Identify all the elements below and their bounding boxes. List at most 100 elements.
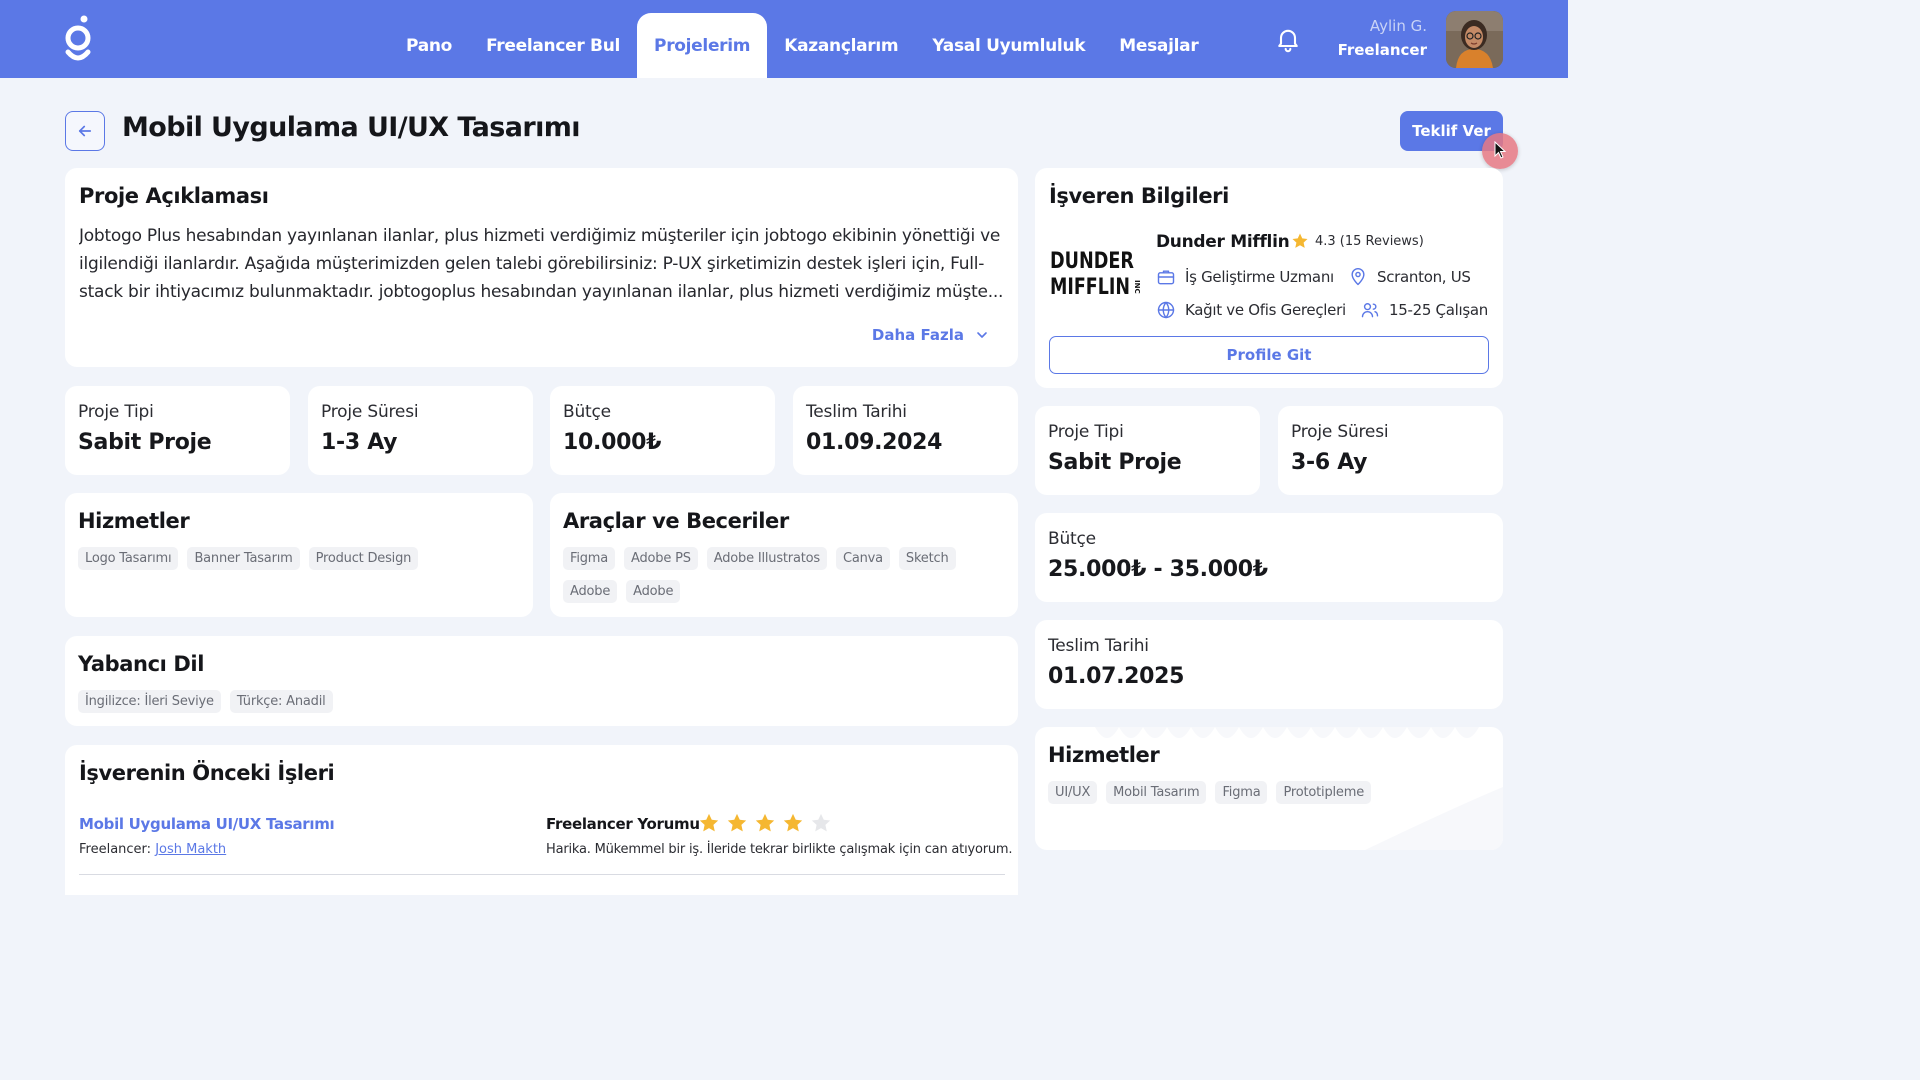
stat-value: 1-3 Ay [321,430,398,455]
avatar[interactable] [1446,11,1503,68]
previous-freelancer: Freelancer: Josh Makth [79,842,226,857]
description-text: Jobtogo Plus hesabından yayınlanan ilanl… [79,226,1004,302]
stat-label: Teslim Tarihi [806,402,907,422]
right-stat-deadline: Teslim Tarihi 01.07.2025 [1035,620,1503,709]
stat-value: 01.07.2025 [1048,664,1185,689]
logo-icon[interactable] [62,14,94,64]
project-description-card: Proje Açıklaması Jobtogo Plus hesabından… [65,168,1018,367]
right-services-card: Hizmetler UI/UX Mobil Tasarım Figma Prot… [1035,727,1503,850]
info-company-size: 15-25 Çalışan [1360,300,1488,320]
stat-deadline: Teslim Tarihi 01.09.2024 [793,386,1018,475]
skills-title: Araçlar ve Beceriler [563,509,789,533]
bell-icon[interactable] [1274,25,1302,53]
company-logo: DUNDER MIFFLIN INC [1049,244,1145,300]
location-pin-icon [1351,267,1365,286]
logo-line-1: DUNDER [1050,249,1134,274]
industry-text: Kağıt ve Ofis Gereçleri [1185,301,1346,319]
star-icon [1292,233,1308,248]
page-title: Mobil Uygulama UI/UX Tasarımı [122,112,581,143]
service-chip: Mobil Tasarım [1106,781,1207,804]
nav-item-pano[interactable]: Pano [389,13,469,78]
language-chip: Türkçe: Anadil [229,690,333,713]
stat-label: Proje Tipi [1048,422,1124,442]
stat-label: Teslim Tarihi [1048,636,1149,656]
show-more-link[interactable]: Daha Fazla [872,326,990,344]
company-rating: 4.3 (15 Reviews) [1291,232,1424,250]
divider [79,874,1005,875]
stat-value: 10.000₺ [563,430,662,455]
nav-item-yasal-uyumluluk[interactable]: Yasal Uyumluluk [915,13,1102,78]
right-stat-project-type: Proje Tipi Sabit Proje [1035,406,1260,495]
info-job-title: İş Geliştirme Uzmanı [1156,267,1334,287]
users-icon [1361,303,1379,318]
company-name: Dunder Mifflin [1156,232,1290,252]
stat-label: Bütçe [1048,529,1096,549]
logo-line-3: INC [1133,280,1141,294]
star-filled-icon [783,813,803,832]
star-filled-icon [727,813,747,832]
service-chip: Figma [1215,781,1268,804]
previous-work-title: İşverenin Önceki İşleri [79,761,335,785]
back-button[interactable] [65,111,105,151]
skill-chip: Adobe [563,580,618,603]
stat-project-type: Proje Tipi Sabit Proje [65,386,290,475]
service-chip: Banner Tasarım [187,547,300,570]
star-filled-icon [699,813,719,832]
stat-value: Sabit Proje [1048,450,1182,475]
chevron-down-icon [977,332,987,338]
user-info[interactable]: Aylin G. Freelancer [1338,15,1427,63]
employer-title: İşveren Bilgileri [1049,184,1229,208]
location-text: Scranton, US [1377,268,1471,286]
description-title: Proje Açıklaması [79,184,269,208]
service-chip: Prototipleme [1276,781,1371,804]
right-stat-budget: Bütçe 25.000₺ - 35.000₺ [1035,513,1503,602]
info-location: Scranton, US [1348,267,1471,287]
skill-chip: Figma [563,547,616,570]
service-chip: UI/UX [1048,781,1098,804]
skills-card: Araçlar ve Beceriler Figma Adobe PS Adob… [550,493,1018,617]
nav-item-freelancer-bul[interactable]: Freelancer Bul [469,13,637,78]
main-nav: Pano Freelancer Bul Projelerim Kazançlar… [389,13,1215,78]
stat-label: Proje Tipi [78,402,154,422]
info-industry: Kağıt ve Ofis Gereçleri [1156,300,1346,320]
freelancer-label: Freelancer: [79,842,152,857]
star-filled-icon [755,813,775,832]
skill-chip: Sketch [898,547,956,570]
mouse-cursor-icon [1494,141,1507,159]
service-chip: Product Design [308,547,419,570]
stat-value: 01.09.2024 [806,430,943,455]
service-chip: Logo Tasarımı [78,547,179,570]
languages-card: Yabancı Dil İngilizce: İleri Seviye Türk… [65,636,1018,726]
go-to-profile-button[interactable]: Profile Git [1049,336,1489,374]
user-name: Aylin G. [1369,17,1427,35]
skill-chip: Canva [835,547,890,570]
right-stat-project-duration: Proje Süresi 3-6 Ay [1278,406,1503,495]
top-navigation-bar: Pano Freelancer Bul Projelerim Kazançlar… [0,0,1568,78]
nav-item-kazanclarim[interactable]: Kazançlarım [767,13,915,78]
star-empty-icon [811,813,831,832]
globe-icon [1157,301,1175,319]
stat-value: 25.000₺ - 35.000₺ [1048,557,1268,582]
right-services-title: Hizmetler [1048,743,1160,767]
freelancer-name-link[interactable]: Josh Makth [155,842,226,857]
job-title-text: İş Geliştirme Uzmanı [1185,268,1334,286]
briefcase-icon [1157,270,1175,285]
languages-title: Yabancı Dil [78,652,204,676]
nav-item-projelerim[interactable]: Projelerim [637,13,768,78]
stat-project-duration: Proje Süresi 1-3 Ay [308,386,533,475]
stat-label: Proje Süresi [321,402,419,422]
previous-project-link[interactable]: Mobil Uygulama UI/UX Tasarımı [79,815,335,833]
employer-info-card: İşveren Bilgileri DUNDER MIFFLIN INC Dun… [1035,168,1503,388]
arrow-left-icon [78,125,92,137]
review-label: Freelancer Yorumu [546,815,700,833]
rating-text: 4.3 (15 Reviews) [1315,233,1424,249]
skill-chip: Adobe PS [624,547,698,570]
stat-value: Sabit Proje [78,430,212,455]
language-chip: İngilizce: İleri Seviye [78,690,221,713]
skill-chip: Adobe [626,580,681,603]
nav-item-mesajlar[interactable]: Mesajlar [1102,13,1215,78]
company-size-text: 15-25 Çalışan [1389,301,1488,319]
stat-label: Proje Süresi [1291,422,1389,442]
review-rating [698,812,832,834]
review-text: Harika. Mükemmel bir iş. İleride tekrar … [546,842,1013,857]
